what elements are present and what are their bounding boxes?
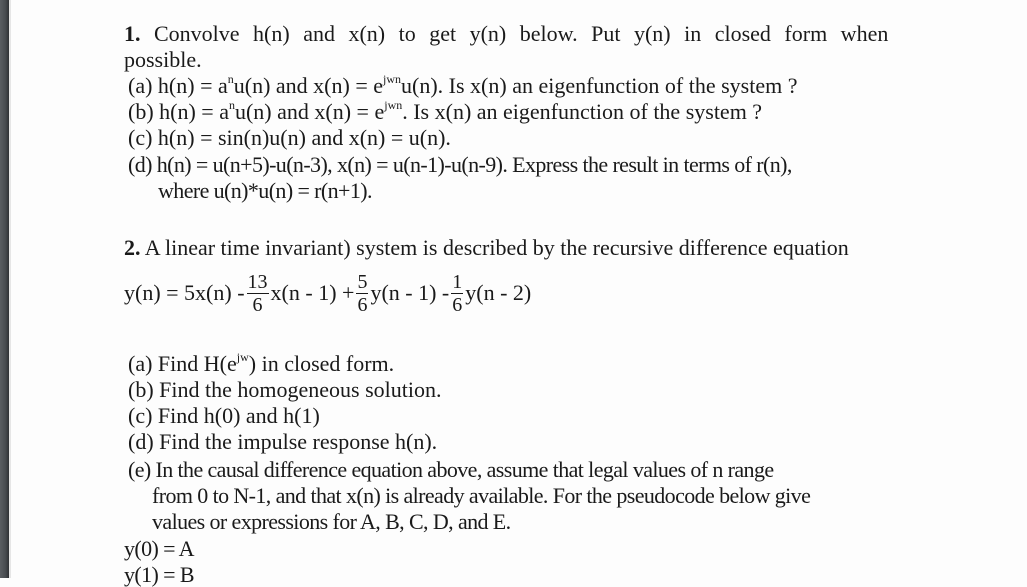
q2-intro-text: A linear time invariant) system is descr… (144, 235, 849, 260)
q2-part-e-line3: values or expressions for A, B, C, D, an… (152, 509, 511, 534)
q2a-prefix: (a) Find H(e (128, 351, 237, 376)
q2a-suffix: ) in closed form. (248, 351, 395, 376)
q1-intro-text: Convolve h(n) and x(n) to get y(n) below… (154, 21, 889, 46)
q2-part-e-line2: from 0 to N-1, and that x(n) is already … (152, 483, 811, 508)
q2-part-e-line1: (e) In the causal difference equation ab… (128, 457, 774, 482)
q1b-sup2: jwn (384, 98, 403, 112)
q1a-suffix: u(n). Is x(n) an eigenfunction of the sy… (401, 73, 798, 98)
eq-term1: x(n - 1) + (270, 280, 355, 305)
window-edge (0, 0, 9, 578)
q2-number: 2. (124, 235, 141, 260)
q1-part-b: (b) h(n) = anu(n) and x(n) = ejwn. Is x(… (128, 98, 763, 124)
fraction-1-6: 1 6 (451, 270, 464, 316)
q1-intro-line1: 1. Convolve h(n) and x(n) to get y(n) be… (124, 22, 888, 46)
q2-part-a: (a) Find H(ejw) in closed form. (128, 350, 395, 376)
q1-intro-line2: possible. (124, 47, 202, 72)
eq-lhs: y(n) = 5x(n) - (124, 280, 245, 305)
pseudocode-line2: y(1) = B (124, 562, 195, 587)
q2-part-c: (c) Find h(0) and h(1) (128, 403, 320, 428)
q2a-sup: jw (236, 350, 249, 364)
eq-term2: y(n - 1) - (370, 280, 450, 305)
q1-part-c: (c) h(n) = sin(n)u(n) and x(n) = u(n). (128, 125, 451, 150)
frac1-denominator: 6 (252, 293, 263, 316)
q2-intro: 2. A linear time invariant) system is de… (124, 236, 849, 260)
fraction-13-6: 13 6 (246, 270, 269, 316)
q1b-prefix: (b) h(n) = a (128, 99, 229, 124)
q1a-sup2: jwn (383, 72, 401, 86)
q1a-mid: u(n) and x(n) = e (233, 73, 383, 98)
q1-part-d-line2: where u(n)*u(n) = r(n+1). (158, 178, 372, 203)
q1-number: 1. (124, 21, 141, 46)
q1-part-d-line1: (d) h(n) = u(n+5)-u(n-3), x(n) = u(n-1)-… (128, 152, 792, 177)
pseudocode-line1: y(0) = A (124, 536, 195, 561)
window-edge-shadow (9, 0, 11, 578)
fraction-5-6: 5 6 (356, 270, 369, 316)
difference-equation: y(n) = 5x(n) - 13 6 x(n - 1) + 5 6 y(n -… (124, 262, 531, 324)
frac2-denominator: 6 (357, 293, 368, 316)
q1b-mid: u(n) and x(n) = e (234, 99, 385, 124)
frac2-numerator: 5 (357, 270, 368, 293)
frac3-numerator: 1 (452, 270, 463, 293)
q2-part-b: (b) Find the homogeneous solution. (128, 377, 442, 402)
q1-part-a: (a) h(n) = anu(n) and x(n) = ejwnu(n). I… (128, 72, 798, 98)
q1b-suffix: . Is x(n) an eigenfunction of the system… (402, 99, 763, 124)
q1a-prefix: (a) h(n) = a (128, 73, 228, 98)
eq-term3: y(n - 2) (465, 280, 532, 305)
q2-part-d: (d) Find the impulse response h(n). (128, 429, 438, 454)
frac3-denominator: 6 (452, 293, 463, 316)
frac1-numerator: 13 (247, 270, 268, 293)
